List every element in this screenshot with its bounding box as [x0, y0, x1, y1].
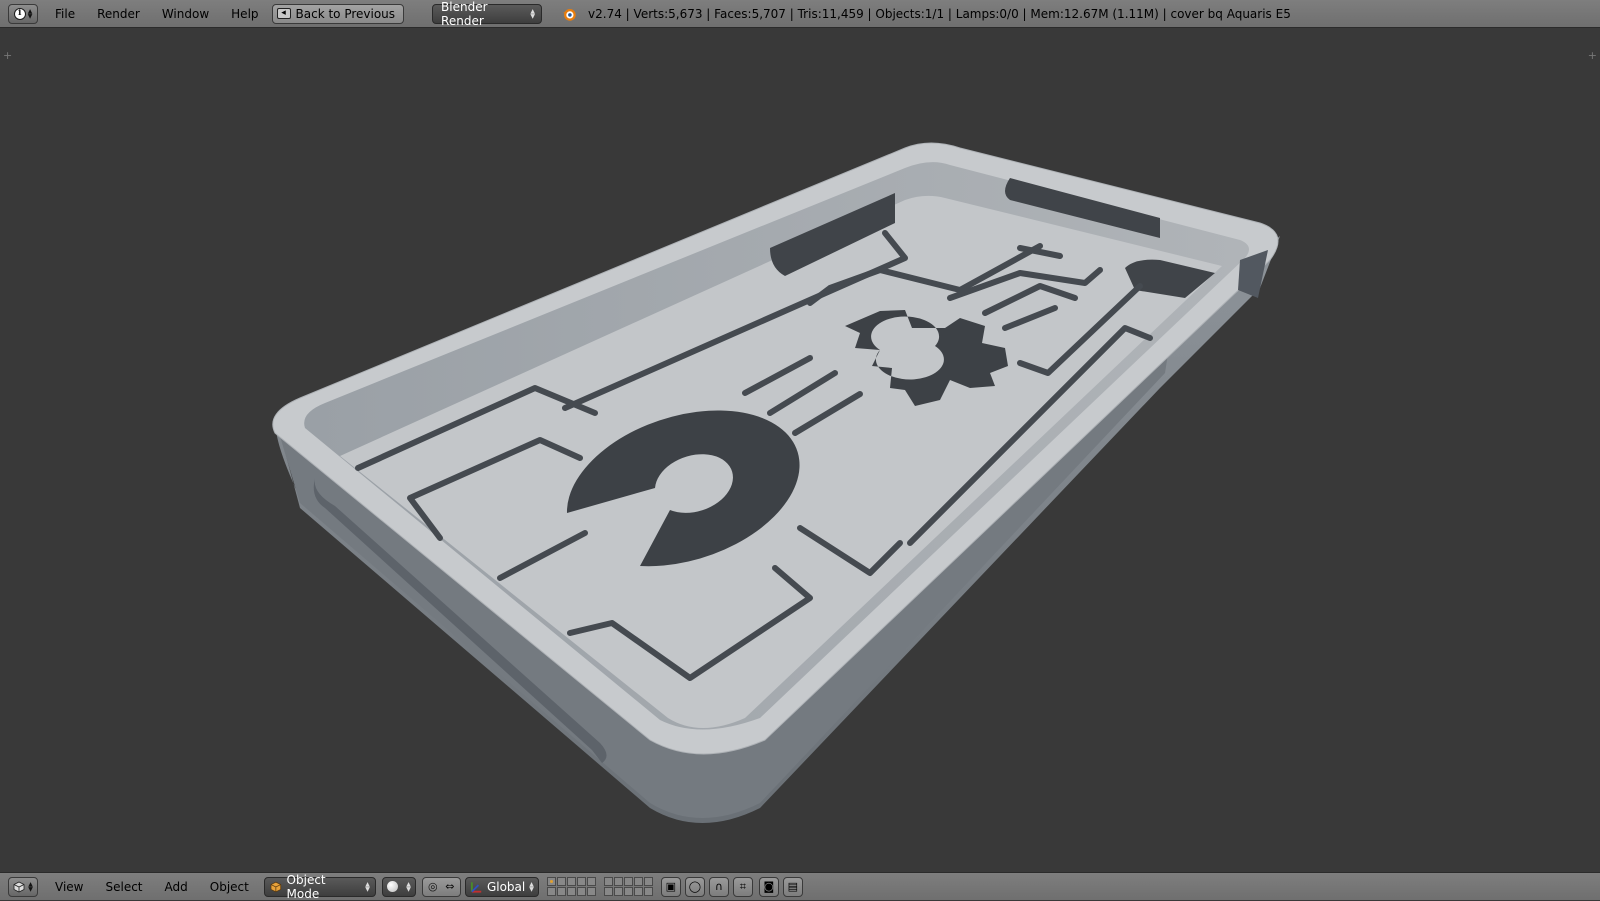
- editor-type-button[interactable]: i ▲ ▼: [8, 3, 38, 24]
- layer-toggle[interactable]: [643, 886, 653, 896]
- menu-object[interactable]: Object: [199, 873, 260, 901]
- editor-type-button[interactable]: ▲ ▼: [8, 876, 38, 897]
- updown-arrows-icon: ▲ ▼: [530, 7, 536, 20]
- menu-select[interactable]: Select: [94, 873, 153, 901]
- layer-toggle[interactable]: [623, 876, 633, 886]
- render-engine-select[interactable]: Blender Render ▲ ▼: [432, 0, 543, 28]
- menu-view[interactable]: View: [44, 873, 94, 901]
- layer-toggle[interactable]: [603, 876, 613, 886]
- lock-layers-button[interactable]: ▣: [660, 876, 681, 897]
- layer-toggle[interactable]: [556, 886, 566, 896]
- clapperboard-icon: ▤: [787, 880, 799, 893]
- phone-case-model[interactable]: [0, 28, 1600, 872]
- layer-toggle[interactable]: [546, 886, 556, 896]
- layer-toggle[interactable]: [576, 886, 586, 896]
- updown-arrows-icon: ▲ ▼: [406, 880, 411, 893]
- menu-window[interactable]: Window: [151, 0, 220, 28]
- viewport-shading-select[interactable]: ▲ ▼: [381, 876, 416, 897]
- layer-toggle[interactable]: [613, 876, 623, 886]
- orientation-label: Global: [486, 879, 526, 894]
- mode-label: Object Mode: [286, 872, 326, 901]
- camera-icon: ◙: [763, 880, 775, 893]
- snap-toggle-button[interactable]: ∩: [708, 876, 729, 897]
- proportional-edit-icon: ◯: [688, 880, 701, 893]
- pivot-point-icon[interactable]: ◎: [426, 880, 440, 894]
- scene-stats: v2.74 | Verts:5,673 | Faces:5,707 | Tris…: [588, 6, 1291, 21]
- manipulator-toggle-icon[interactable]: ⇔: [443, 880, 457, 894]
- menu-file[interactable]: File: [44, 0, 86, 28]
- snap-grid-icon: ⌗: [739, 879, 746, 893]
- updown-arrows-icon: ▲ ▼: [529, 880, 534, 893]
- menu-render[interactable]: Render: [86, 0, 151, 28]
- layer-toggle[interactable]: [633, 886, 643, 896]
- bottom-header: ▲ ▼ View Select Add Object Object Mode ▲ ▼…: [0, 872, 1600, 901]
- layer-toggle[interactable]: [603, 886, 613, 896]
- layer-toggle[interactable]: [546, 876, 556, 886]
- layer-toggle[interactable]: [613, 886, 623, 896]
- snap-element-select[interactable]: ⌗: [732, 876, 753, 897]
- scene-layers-grid-2[interactable]: [603, 876, 653, 897]
- layer-toggle[interactable]: [576, 876, 586, 886]
- layer-toggle[interactable]: [586, 886, 596, 896]
- layer-toggle[interactable]: [643, 876, 653, 886]
- blender-logo-icon: [562, 8, 576, 21]
- magnet-icon: ∩: [714, 880, 723, 893]
- back-to-previous-button[interactable]: ◂ Back to Previous: [271, 3, 405, 24]
- updown-arrows-icon: ▲ ▼: [27, 7, 33, 20]
- back-button-label: Back to Previous: [295, 6, 396, 21]
- updown-arrows-icon: ▲ ▼: [28, 880, 33, 893]
- 3d-view-cube-icon: [13, 881, 25, 892]
- transform-orientation-select[interactable]: Global ▲ ▼: [464, 876, 539, 897]
- layer-toggle[interactable]: [566, 886, 576, 896]
- scene-layers-grid-1[interactable]: [546, 876, 596, 897]
- layer-toggle[interactable]: [586, 876, 596, 886]
- top-header: i ▲ ▼ File Render Window Help ◂ Back to P…: [0, 0, 1600, 28]
- render-animation-button[interactable]: ▤: [782, 876, 803, 897]
- updown-arrows-icon: ▲ ▼: [365, 880, 370, 893]
- layers-lock-icon: ▣: [665, 880, 677, 893]
- solid-sphere-icon: [386, 881, 398, 892]
- pivot-and-manipulator-group: ◎ ⇔: [421, 876, 461, 897]
- render-engine-label: Blender Render: [441, 0, 488, 28]
- layer-toggle[interactable]: [556, 876, 566, 886]
- back-arrow-icon: ◂: [276, 8, 291, 19]
- 3d-viewport[interactable]: + +: [0, 28, 1600, 872]
- render-opengl-button[interactable]: ◙: [758, 876, 779, 897]
- layer-toggle[interactable]: [566, 876, 576, 886]
- menu-add[interactable]: Add: [154, 873, 199, 901]
- object-mode-select[interactable]: Object Mode ▲ ▼: [263, 873, 376, 901]
- object-cube-icon: [270, 881, 281, 892]
- transform-axes-icon: [470, 881, 482, 893]
- menu-help[interactable]: Help: [220, 0, 269, 28]
- layer-toggle[interactable]: [633, 876, 643, 886]
- layer-toggle[interactable]: [623, 886, 633, 896]
- info-icon: i: [13, 7, 26, 20]
- proportional-edit-button[interactable]: ◯: [684, 876, 705, 897]
